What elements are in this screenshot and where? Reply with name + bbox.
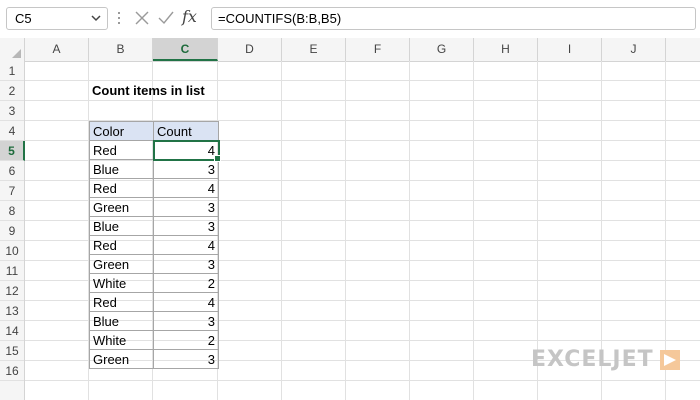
exceljet-logo: EXCELJET (531, 347, 654, 372)
column-header-f[interactable]: F (346, 38, 410, 61)
cancel-icon[interactable] (134, 9, 150, 27)
row-header-9[interactable]: 9 (0, 221, 24, 241)
color-cell[interactable]: Green (89, 349, 154, 369)
color-cell[interactable]: Red (89, 140, 154, 160)
row-header-4[interactable]: 4 (0, 121, 24, 141)
row-header-3[interactable]: 3 (0, 101, 24, 121)
count-cell[interactable]: 3 (153, 216, 219, 236)
count-cell-active[interactable]: 4 (152, 139, 222, 163)
count-cell[interactable]: 3 (153, 159, 219, 179)
column-header-bar: A B C D E F G H I J (0, 38, 700, 62)
count-cell[interactable]: 3 (153, 197, 219, 217)
row-header-11[interactable]: 11 (0, 261, 24, 281)
color-cell[interactable]: Red (89, 235, 154, 255)
count-cell[interactable]: 3 (153, 311, 219, 331)
row-header-5[interactable]: 5 (0, 141, 25, 161)
color-count-table: Color Count Red 4 Blue 3 Red 4 Green 3 B… (89, 121, 222, 369)
row-header-2[interactable]: 2 (0, 81, 24, 101)
table-row: Red 4 (89, 292, 219, 312)
count-cell[interactable]: 3 (153, 254, 219, 274)
color-cell[interactable]: White (89, 273, 154, 293)
table-row: Green 3 (89, 254, 219, 274)
table-row: Red 4 (89, 139, 222, 163)
row-header-14[interactable]: 14 (0, 321, 24, 341)
row-header-8[interactable]: 8 (0, 201, 24, 221)
count-cell[interactable]: 3 (153, 349, 219, 369)
header-color[interactable]: Color (89, 121, 154, 141)
color-cell[interactable]: Red (89, 292, 154, 312)
color-cell[interactable]: Red (89, 178, 154, 198)
count-cell[interactable]: 2 (153, 273, 219, 293)
name-box[interactable]: C5 (6, 7, 108, 30)
row-header-13[interactable]: 13 (0, 301, 24, 321)
row-header-16[interactable]: 16 (0, 361, 24, 381)
column-header-g[interactable]: G (410, 38, 474, 61)
row-header-15[interactable]: 15 (0, 341, 24, 361)
count-cell[interactable]: 4 (153, 292, 219, 312)
formula-bar: C5 fx =COUNTIFS(B:B,B5) (0, 0, 700, 39)
check-icon[interactable] (157, 9, 175, 27)
table-row: White 2 (89, 273, 219, 293)
sheet-title: Count items in list (92, 83, 205, 98)
drag-handle-icon[interactable] (117, 12, 121, 28)
table-row: Blue 3 (89, 311, 219, 331)
column-header-a[interactable]: A (25, 38, 89, 61)
column-header-j[interactable]: J (602, 38, 666, 61)
table-row: Blue 3 (89, 159, 219, 179)
color-cell[interactable]: Green (89, 197, 154, 217)
exceljet-logo-mark-icon (660, 350, 680, 370)
count-cell[interactable]: 4 (153, 178, 219, 198)
count-cell[interactable]: 2 (153, 330, 219, 350)
chevron-down-icon[interactable] (91, 14, 101, 22)
table-row: Green 3 (89, 349, 219, 369)
column-header-d[interactable]: D (218, 38, 282, 61)
formula-input[interactable]: =COUNTIFS(B:B,B5) (211, 7, 696, 30)
column-header-h[interactable]: H (474, 38, 538, 61)
color-cell[interactable]: Blue (89, 311, 154, 331)
column-header-b[interactable]: B (89, 38, 153, 61)
row-header-bar: 1 2 3 4 5 6 7 8 9 10 11 12 13 14 15 16 (0, 61, 25, 400)
color-cell[interactable]: Blue (89, 159, 154, 179)
column-header-i[interactable]: I (538, 38, 602, 61)
table-row: Green 3 (89, 197, 219, 217)
table-row: Red 4 (89, 178, 219, 198)
table-header-row: Color Count (89, 121, 219, 141)
insert-function-icon[interactable]: fx (182, 7, 197, 26)
table-row: Blue 3 (89, 216, 219, 236)
formula-text: =COUNTIFS(B:B,B5) (218, 11, 342, 26)
header-count[interactable]: Count (153, 121, 219, 141)
select-all-button[interactable] (0, 38, 25, 61)
column-header-e[interactable]: E (282, 38, 346, 61)
row-header-12[interactable]: 12 (0, 281, 24, 301)
color-cell[interactable]: Green (89, 254, 154, 274)
table-row: White 2 (89, 330, 219, 350)
column-header-c[interactable]: C (153, 38, 218, 61)
color-cell[interactable]: White (89, 330, 154, 350)
count-cell[interactable]: 4 (153, 235, 219, 255)
name-box-value: C5 (15, 11, 32, 26)
color-cell[interactable]: Blue (89, 216, 154, 236)
row-header-6[interactable]: 6 (0, 161, 24, 181)
row-header-1[interactable]: 1 (0, 61, 24, 81)
row-header-10[interactable]: 10 (0, 241, 24, 261)
table-row: Red 4 (89, 235, 219, 255)
row-header-7[interactable]: 7 (0, 181, 24, 201)
